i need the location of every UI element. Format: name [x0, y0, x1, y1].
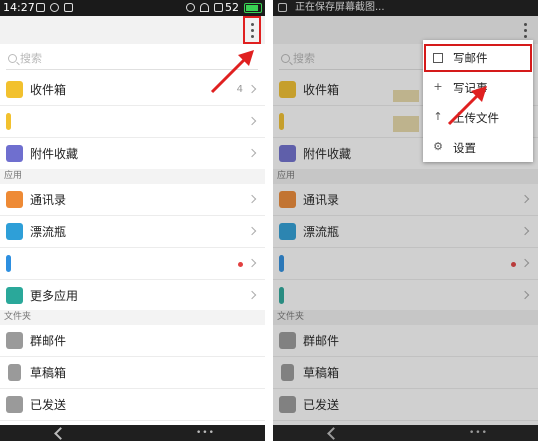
more-apps-icon: [6, 287, 23, 304]
chevron-right-icon: [247, 194, 257, 204]
menu-item-compose[interactable]: 写邮件: [423, 43, 533, 73]
signal-icon: [214, 3, 223, 12]
notification-icon: [36, 3, 45, 12]
battery-icon: [244, 3, 262, 13]
divider: [265, 0, 273, 441]
menu-item-upload[interactable]: ↑ 上传文件: [423, 103, 533, 133]
status-time: 14:27: [3, 1, 35, 14]
pencil-square-icon: [433, 53, 443, 63]
inbox-count: 4: [236, 84, 243, 95]
overflow-dots-icon[interactable]: •••: [196, 429, 215, 438]
right-screen: 正在保存屏幕截图... 搜索 收件箱 附件收藏 应用 通讯录 漂流瓶 文件夹 群…: [273, 0, 538, 441]
group-mail-label: 群邮件: [30, 334, 67, 348]
list-item[interactable]: [0, 248, 265, 280]
yellow-app-icon: [6, 113, 11, 130]
attachment-favorites-icon: [6, 145, 23, 162]
sync-icon: [50, 3, 59, 12]
sidebar-item-bottle[interactable]: 漂流瓶: [0, 216, 265, 248]
status-bar: 14:27 52: [0, 0, 265, 16]
sidebar-item-more-apps[interactable]: 更多应用: [0, 280, 265, 312]
search-input[interactable]: 搜索: [6, 49, 258, 70]
gear-icon: ⚙: [433, 140, 443, 153]
alarm-icon: [186, 3, 195, 12]
unread-dot: [238, 262, 243, 267]
search-placeholder: 搜索: [20, 52, 42, 65]
sidebar-item-group-mail[interactable]: 群邮件: [0, 325, 265, 357]
sidebar-item-drafts[interactable]: 草稿箱: [0, 357, 265, 389]
sidebar-item-inbox[interactable]: 收件箱 4: [0, 74, 265, 106]
sidebar-item-sent[interactable]: 已发送: [0, 389, 265, 421]
drafts-icon: [8, 364, 21, 381]
menu-item-note[interactable]: + 写记事: [423, 73, 533, 103]
nav-bar: •••: [0, 425, 265, 441]
menu-item-settings[interactable]: ⚙ 设置: [423, 133, 533, 163]
left-screen: 14:27 52 搜索 收件箱 4 附件收藏 应用 通讯录 漂流瓶 更多应用 文…: [0, 0, 265, 441]
search-icon: [8, 54, 17, 63]
sent-label: 已发送: [30, 398, 67, 412]
wifi-icon: [200, 3, 209, 12]
contacts-icon: [6, 191, 23, 208]
menu-upload-label: 上传文件: [453, 111, 499, 125]
drafts-label: 草稿箱: [30, 366, 67, 380]
drift-bottle-icon: [6, 223, 23, 240]
chevron-right-icon: [247, 148, 257, 158]
folder-icon: [6, 332, 23, 349]
back-icon[interactable]: [54, 427, 67, 440]
chevron-right-icon: [247, 290, 257, 300]
chevron-right-icon: [247, 258, 257, 268]
sidebar-item-favorites[interactable]: 附件收藏: [0, 138, 265, 170]
upload-arrow-icon: ↑: [433, 110, 443, 123]
app-header: [0, 16, 265, 44]
favorites-label: 附件收藏: [30, 147, 79, 161]
status-signal-number: 52: [225, 1, 239, 14]
menu-compose-label: 写邮件: [453, 51, 488, 65]
chevron-right-icon: [247, 226, 257, 236]
section-header-folders: 文件夹: [0, 310, 265, 325]
inbox-icon: [6, 81, 23, 98]
menu-note-label: 写记事: [453, 81, 488, 95]
menu-settings-label: 设置: [453, 141, 476, 155]
list-item[interactable]: [0, 106, 265, 138]
bottle-label: 漂流瓶: [30, 225, 67, 239]
more-apps-label: 更多应用: [30, 289, 79, 303]
plus-icon: +: [433, 80, 443, 93]
section-header-apps: 应用: [0, 169, 265, 184]
inbox-label: 收件箱: [30, 83, 67, 97]
overflow-menu: 写邮件 + 写记事 ↑ 上传文件 ⚙ 设置: [423, 40, 533, 162]
more-menu-button[interactable]: [243, 16, 261, 44]
chevron-right-icon: [247, 116, 257, 126]
contacts-label: 通讯录: [30, 193, 67, 207]
chevron-right-icon: [247, 84, 257, 94]
blue-app-icon: [6, 255, 11, 272]
send-icon: [6, 396, 23, 413]
image-icon: [64, 3, 73, 12]
sidebar-item-contacts[interactable]: 通讯录: [0, 184, 265, 216]
